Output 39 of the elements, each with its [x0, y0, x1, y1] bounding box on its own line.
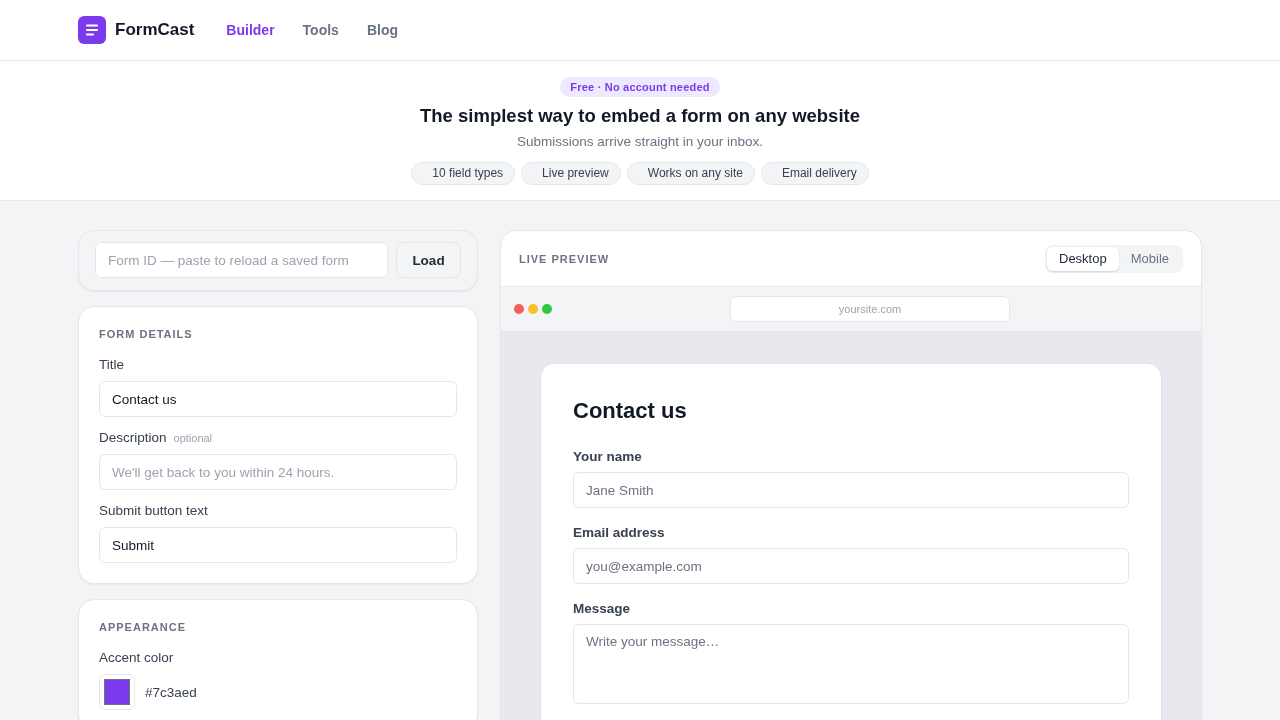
field-label: Message — [573, 600, 631, 618]
section-heading: APPEARANCE — [99, 620, 187, 634]
field-label: Your name — [573, 448, 642, 466]
load-button[interactable]: Load — [396, 242, 461, 278]
field-label: Title — [99, 356, 124, 374]
section-heading: FORM DETAILS — [99, 327, 194, 341]
text-input[interactable]: Jane Smith — [573, 472, 1129, 508]
feature-chip: Live preview — [521, 162, 621, 185]
text-input[interactable]: Contact us — [99, 381, 457, 417]
brand-name: FormCast — [115, 20, 195, 40]
color-value: #7c3aed — [145, 684, 197, 700]
window-dot-icon — [542, 304, 552, 314]
view-tab[interactable]: Desktop — [1047, 246, 1119, 271]
text-input[interactable]: We'll get back to you within 24 hours. — [99, 454, 457, 490]
nav-link[interactable]: Tools — [302, 22, 339, 38]
address-bar: yoursite.com — [730, 296, 1010, 322]
feature-chip: Works on any site — [626, 162, 755, 185]
offer-badge: Free · No account needed — [560, 77, 720, 97]
section-heading: LIVE PREVIEW — [519, 251, 610, 266]
text-input[interactable]: you@example.com — [573, 548, 1129, 584]
field-label: Accent color — [99, 649, 174, 667]
nav-link[interactable]: Builder — [226, 22, 275, 38]
form-id-input[interactable]: Form ID — paste to reload a saved form — [95, 242, 388, 278]
feature-chip: 10 field types — [411, 162, 516, 185]
nav-link[interactable]: Blog — [366, 22, 398, 38]
logo-icon — [78, 16, 106, 44]
text-input[interactable]: Submit — [99, 527, 457, 563]
field-label: Email address — [573, 524, 665, 542]
hero-subtitle: Submissions arrive straight in your inbox. — [516, 133, 764, 151]
hero-title: The simplest way to embed a form on any website — [420, 104, 860, 128]
window-dot-icon — [528, 304, 538, 314]
optional-hint: optional — [173, 431, 213, 446]
form-title: Contact us — [573, 397, 688, 425]
field-label: Submit button text — [99, 502, 208, 520]
view-tab[interactable]: Mobile — [1118, 246, 1181, 271]
field-label: Description — [99, 429, 167, 447]
message-textarea[interactable]: Write your message… — [573, 624, 1129, 704]
window-dot-icon — [514, 304, 524, 314]
feature-chip: Email delivery — [760, 162, 869, 185]
